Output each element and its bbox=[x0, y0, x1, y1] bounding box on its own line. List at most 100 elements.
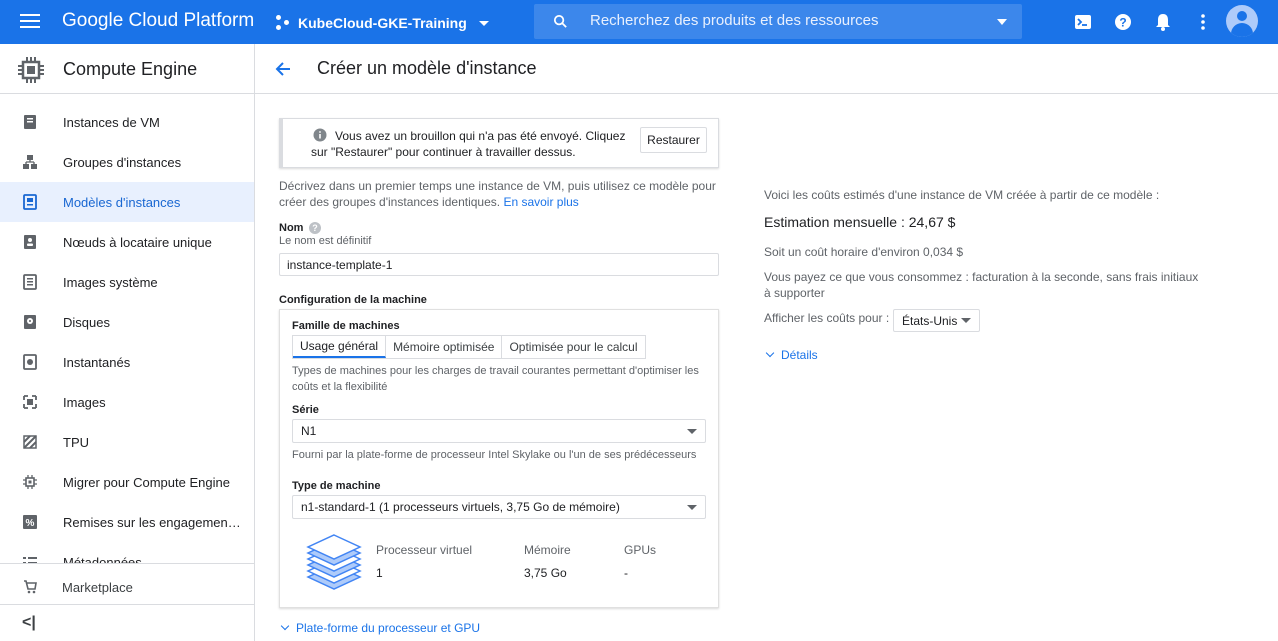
dropdown-arrow-icon bbox=[687, 505, 697, 510]
vm-instances-icon bbox=[24, 115, 36, 129]
draft-message: Vous avez un brouillon qui n'a pas été e… bbox=[311, 129, 626, 159]
page-title: Créer un modèle d'instance bbox=[317, 58, 537, 78]
notifications-icon[interactable] bbox=[1153, 12, 1173, 32]
cpu-platform-label: Plate-forme du processeur et GPU bbox=[296, 621, 481, 635]
migrate-icon bbox=[23, 475, 37, 489]
tab-memory-optimized[interactable]: Mémoire optimisée bbox=[386, 336, 503, 358]
search-bar[interactable]: Recherchez des produits et des ressource… bbox=[534, 4, 1022, 39]
draft-banner: Vous avez un brouillon qui n'a pas été e… bbox=[279, 118, 719, 168]
help-icon[interactable]: ? bbox=[1113, 12, 1133, 32]
sidebar-item-label: Modèles d'instances bbox=[63, 194, 181, 210]
sidebar-item-instance-groups[interactable]: Groupes d'instances bbox=[0, 142, 254, 182]
search-input[interactable]: Recherchez des produits et des ressource… bbox=[590, 12, 878, 29]
machine-family-tabs: Usage général Mémoire optimisée Optimisé… bbox=[292, 335, 646, 359]
marketplace-icon bbox=[24, 580, 37, 594]
series-select[interactable]: N1 bbox=[292, 419, 706, 443]
description-text: Décrivez dans un premier temps une insta… bbox=[279, 179, 716, 209]
marketplace-link[interactable]: Marketplace bbox=[62, 580, 133, 595]
chevron-down-icon bbox=[765, 348, 775, 358]
monthly-estimate: Estimation mensuelle : 24,67 $ bbox=[764, 214, 956, 230]
machine-config-label: Configuration de la machine bbox=[279, 294, 427, 306]
sidebar-item-vm-instances[interactable]: Instances de VM bbox=[0, 102, 254, 142]
svg-text:%: % bbox=[26, 518, 35, 529]
compute-engine-icon bbox=[18, 57, 44, 83]
sidebar-item-machine-images[interactable]: Images système bbox=[0, 262, 254, 302]
gpu-value: - bbox=[624, 566, 628, 580]
learn-more-link[interactable]: En savoir plus bbox=[503, 195, 578, 209]
menu-icon[interactable] bbox=[20, 14, 40, 28]
collapse-sidebar-button[interactable]: <| bbox=[0, 604, 254, 641]
sidebar-item-label: Instances de VM bbox=[63, 114, 160, 130]
more-vert-icon[interactable] bbox=[1193, 12, 1213, 32]
sidebar-item-sole-tenant[interactable]: Nœuds à locataire unique bbox=[0, 222, 254, 262]
sidebar-item-snapshots[interactable]: Instantanés bbox=[0, 342, 254, 382]
collapse-icon: <| bbox=[22, 614, 36, 631]
sidebar-item-label: Migrer pour Compute Engine bbox=[63, 474, 230, 490]
vcpu-label: Processeur virtuel bbox=[376, 543, 473, 557]
sidebar-item-label: Nœuds à locataire unique bbox=[63, 234, 212, 250]
avatar[interactable] bbox=[1226, 5, 1258, 37]
tab-compute-optimized[interactable]: Optimisée pour le calcul bbox=[502, 336, 644, 358]
details-label: Détails bbox=[781, 348, 818, 362]
machine-family-label: Famille de machines bbox=[292, 320, 400, 332]
sidebar-item-label: TPU bbox=[63, 434, 89, 450]
cpu-platform-expander[interactable]: Plate-forme du processeur et GPU bbox=[280, 621, 481, 635]
sidebar-item-tpu[interactable]: TPU bbox=[0, 422, 254, 462]
form-description: Décrivez dans un premier temps une insta… bbox=[279, 178, 719, 210]
cost-intro: Voici les coûts estimés d'une instance d… bbox=[764, 188, 1160, 202]
sidebar-footer: Marketplace <| bbox=[0, 563, 254, 641]
region-select[interactable]: États-Unis bbox=[893, 309, 980, 332]
instance-templates-icon bbox=[23, 194, 37, 210]
snapshots-icon bbox=[23, 354, 37, 370]
sidebar-item-label: Images bbox=[63, 394, 106, 410]
cloud-shell-icon[interactable] bbox=[1073, 12, 1093, 32]
sidebar-item-label: Images système bbox=[63, 274, 158, 290]
back-arrow-icon[interactable] bbox=[273, 59, 293, 79]
page-header: Créer un modèle d'instance bbox=[255, 44, 1278, 94]
sole-tenant-icon bbox=[24, 235, 36, 249]
tab-general-purpose[interactable]: Usage général bbox=[293, 336, 387, 358]
show-costs-label: Afficher les coûts pour : bbox=[764, 311, 890, 325]
sidebar: Compute Engine Instances de VM Groupes d… bbox=[0, 44, 255, 641]
name-hint: Le nom est définitif bbox=[279, 235, 372, 247]
memory-label: Mémoire bbox=[524, 543, 571, 557]
disks-icon bbox=[24, 315, 36, 329]
series-hint: Fourni par la plate-forme de processeur … bbox=[292, 449, 697, 461]
sidebar-header: Compute Engine bbox=[0, 44, 254, 94]
machine-type-label: Type de machine bbox=[292, 480, 381, 492]
sidebar-item-label: Groupes d'instances bbox=[63, 154, 182, 170]
dropdown-arrow-icon bbox=[687, 429, 697, 434]
brand-title[interactable]: Google Cloud Platform bbox=[62, 10, 254, 32]
sidebar-item-images[interactable]: Images bbox=[0, 382, 254, 422]
sidebar-item-migrate[interactable]: Migrer pour Compute Engine bbox=[0, 462, 254, 502]
chevron-down-icon bbox=[280, 621, 290, 631]
sidebar-item-label: Disques bbox=[63, 314, 110, 330]
sidebar-item-disks[interactable]: Disques bbox=[0, 302, 254, 342]
search-icon bbox=[553, 14, 567, 28]
images-icon bbox=[23, 395, 37, 409]
top-bar: Google Cloud Platform KubeCloud-GKE-Trai… bbox=[0, 0, 1278, 44]
sidebar-item-instance-templates[interactable]: Modèles d'instances bbox=[0, 182, 254, 222]
family-hint: Types de machines pour les charges de tr… bbox=[292, 365, 699, 393]
project-selector[interactable]: KubeCloud-GKE-Training bbox=[276, 13, 489, 33]
sidebar-title: Compute Engine bbox=[63, 59, 198, 79]
discount-icon: % bbox=[23, 515, 37, 529]
svg-text:?: ? bbox=[1119, 16, 1126, 30]
region-value: États-Unis bbox=[902, 313, 958, 328]
machine-stack-icon bbox=[306, 534, 362, 590]
details-expander[interactable]: Détails bbox=[765, 348, 818, 362]
series-label: Série bbox=[292, 404, 319, 416]
project-icon bbox=[276, 15, 292, 31]
dropdown-arrow-icon bbox=[961, 318, 971, 323]
restore-button[interactable]: Restaurer bbox=[640, 127, 707, 153]
search-dropdown-icon[interactable] bbox=[997, 19, 1007, 25]
machine-type-select[interactable]: n1-standard-1 (1 processeurs virtuels, 3… bbox=[292, 495, 706, 519]
chevron-down-icon bbox=[478, 20, 489, 26]
name-field[interactable]: instance-template-1 bbox=[279, 253, 719, 276]
vcpu-value: 1 bbox=[376, 566, 383, 580]
memory-value: 3,75 Go bbox=[524, 566, 567, 580]
project-name: KubeCloud-GKE-Training bbox=[298, 15, 467, 31]
series-value: N1 bbox=[301, 424, 317, 438]
machine-images-icon bbox=[23, 274, 37, 290]
sidebar-item-committed-use[interactable]: % Remises sur les engagements d'utilisat… bbox=[0, 502, 254, 542]
